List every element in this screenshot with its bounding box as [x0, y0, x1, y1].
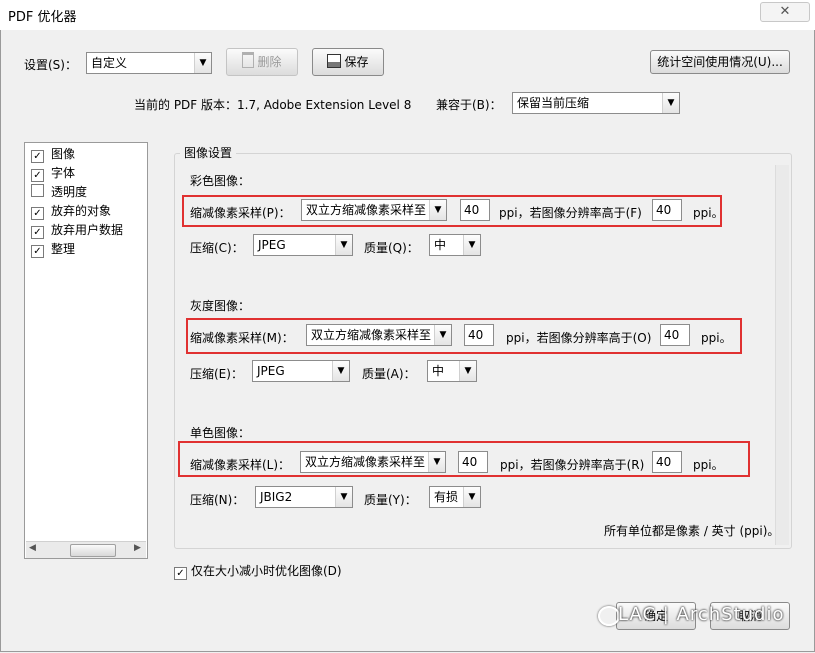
checkbox-checked-icon[interactable]: ✓: [31, 245, 44, 258]
checkbox-checked-icon[interactable]: ✓: [31, 169, 44, 182]
pdf-version-text: 当前的 PDF 版本：1.7, Adobe Extension Level 8: [134, 98, 412, 112]
chevron-down-icon: ▼: [662, 93, 679, 113]
mono-quality-select[interactable]: 有损 ▼: [429, 486, 481, 508]
delete-button[interactable]: 删除: [226, 48, 298, 76]
chevron-down-icon: ▼: [463, 487, 480, 507]
save-button[interactable]: 保存: [312, 48, 384, 76]
mono-compression-select[interactable]: JBIG2 ▼: [255, 486, 353, 508]
mono-downsample-select[interactable]: 双立方缩减像素采样至 ▼: [300, 451, 446, 473]
optimize-only-label: 仅在大小减小时优化图像(D): [191, 564, 342, 578]
close-button[interactable]: ✕: [760, 2, 810, 22]
mono-quality-label: 质量(Y)：: [364, 493, 417, 507]
mono-compression-label: 压缩(N)：: [190, 493, 245, 507]
sidebar-item-clean-up[interactable]: ✓ 整理: [31, 240, 75, 258]
chevron-down-icon: ▼: [459, 361, 476, 381]
gray-ppi-input[interactable]: 40: [464, 324, 494, 346]
scroll-left-icon[interactable]: ◀: [29, 543, 36, 553]
color-downsample-select[interactable]: 双立方缩减像素采样至 ▼: [301, 199, 447, 221]
color-downsample-label: 缩减像素采样(P)：: [190, 206, 291, 220]
gray-compression-select[interactable]: JPEG ▼: [252, 360, 350, 382]
color-quality-select[interactable]: 中 ▼: [429, 234, 481, 256]
compat-label: 兼容于(B)：: [436, 98, 502, 112]
watermark-text: LAC | ArchStudio: [618, 604, 785, 625]
window-title: PDF 优化器: [8, 10, 77, 25]
settings-select[interactable]: 自定义 ▼: [86, 52, 212, 74]
gray-images-heading: 灰度图像：: [190, 299, 251, 313]
optimize-only-option[interactable]: ✓ 仅在大小减小时优化图像(D): [174, 562, 342, 580]
chevron-down-icon: ▼: [194, 53, 211, 73]
sidebar-item-discard-objects[interactable]: ✓ 放弃的对象: [31, 202, 111, 220]
scroll-thumb[interactable]: [70, 544, 116, 557]
sidebar-item-discard-user-data[interactable]: ✓ 放弃用户数据: [31, 221, 123, 239]
settings-value: 自定义: [91, 56, 128, 70]
gray-quality-select[interactable]: 中 ▼: [427, 360, 477, 382]
vertical-scrollbar[interactable]: [775, 165, 789, 545]
scroll-right-icon[interactable]: ▶: [134, 543, 141, 553]
gray-above-input[interactable]: 40: [660, 324, 690, 346]
color-ppi-input[interactable]: 40: [460, 199, 490, 221]
horizontal-scrollbar[interactable]: ◀ ▶: [26, 541, 146, 558]
gray-compression-label: 压缩(E)：: [190, 367, 243, 381]
delete-label: 删除: [257, 55, 282, 69]
mono-images-heading: 单色图像：: [190, 426, 251, 440]
compat-value: 保留当前压缩: [517, 96, 590, 110]
chevron-down-icon: ▼: [335, 235, 352, 255]
mono-ppi-text: ppi，若图像分辨率高于(R): [500, 458, 645, 472]
color-ppi-end: ppi。: [693, 206, 724, 220]
gray-downsample-select[interactable]: 双立方缩减像素采样至 ▼: [306, 324, 452, 346]
sidebar-item-fonts[interactable]: ✓ 字体: [31, 164, 75, 182]
checkbox-unchecked-icon[interactable]: [31, 184, 44, 197]
chevron-down-icon: ▼: [428, 452, 445, 472]
mono-above-input[interactable]: 40: [652, 451, 682, 473]
usage-stats-button[interactable]: 统计空间使用情况(U)...: [650, 50, 790, 74]
image-settings-title: 图像设置: [180, 144, 237, 161]
chevron-down-icon: ▼: [463, 235, 480, 255]
checkbox-checked-icon[interactable]: ✓: [31, 207, 44, 220]
trash-icon: [242, 52, 255, 68]
gray-ppi-text: ppi，若图像分辨率高于(O): [506, 331, 652, 345]
mono-downsample-label: 缩减像素采样(L)：: [190, 458, 291, 472]
color-quality-label: 质量(Q)：: [364, 241, 419, 255]
checkbox-checked-icon[interactable]: ✓: [31, 150, 44, 163]
units-note: 所有单位都是像素 / 英寸 (ppi)。: [604, 524, 780, 538]
category-list: ✓ 图像 ✓ 字体 透明度 ✓ 放弃的对象 ✓ 放弃用户数据 ✓ 整理: [24, 142, 148, 559]
wechat-icon: [598, 606, 620, 626]
sidebar-item-transparency[interactable]: 透明度: [31, 183, 87, 201]
mono-ppi-input[interactable]: 40: [458, 451, 488, 473]
chevron-down-icon: ▼: [335, 487, 352, 507]
color-compression-label: 压缩(C)：: [190, 241, 244, 255]
chevron-down-icon: ▼: [332, 361, 349, 381]
floppy-icon: [327, 54, 342, 68]
color-above-input[interactable]: 40: [652, 199, 682, 221]
gray-quality-label: 质量(A)：: [362, 367, 416, 381]
color-compression-select[interactable]: JPEG ▼: [253, 234, 353, 256]
mono-ppi-end: ppi。: [693, 458, 724, 472]
sidebar-item-images[interactable]: ✓ 图像: [31, 145, 75, 163]
settings-label: 设置(S)：: [24, 58, 77, 72]
compat-select[interactable]: 保留当前压缩 ▼: [512, 92, 680, 114]
color-ppi-text: ppi，若图像分辨率高于(F): [499, 206, 642, 220]
chevron-down-icon: ▼: [434, 325, 451, 345]
checkbox-checked-icon[interactable]: ✓: [174, 567, 187, 580]
gray-downsample-label: 缩减像素采样(M)：: [190, 331, 294, 345]
color-images-heading: 彩色图像：: [190, 174, 251, 188]
gray-ppi-end: ppi。: [701, 331, 732, 345]
title-bar: PDF 优化器 ✕: [0, 0, 815, 30]
checkbox-checked-icon[interactable]: ✓: [31, 226, 44, 239]
save-label: 保存: [344, 55, 369, 69]
chevron-down-icon: ▼: [429, 200, 446, 220]
